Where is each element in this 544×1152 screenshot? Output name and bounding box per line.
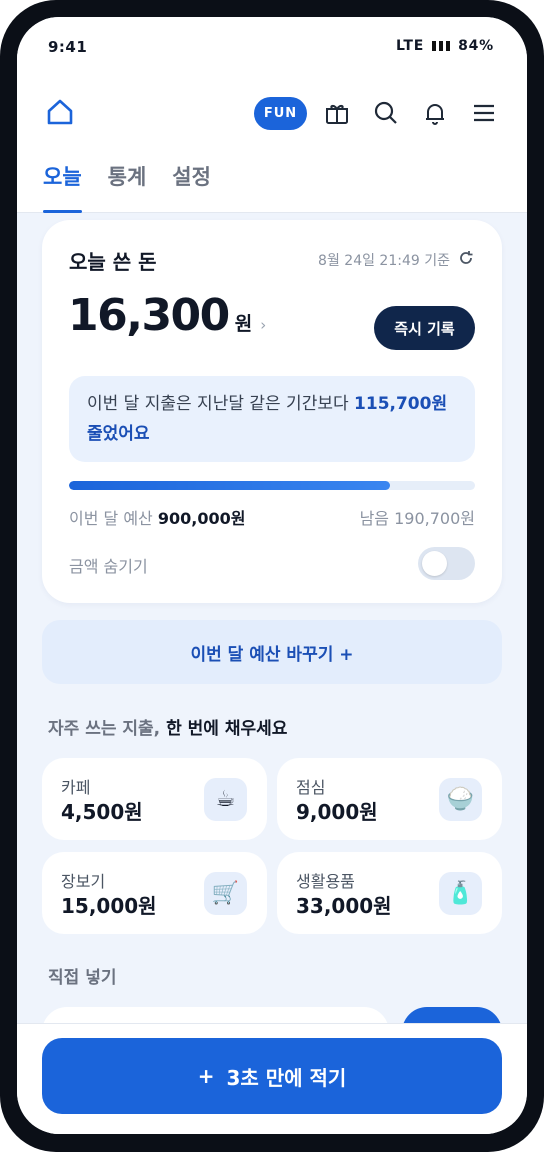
tab-bar: 오늘 통계 설정 xyxy=(43,161,211,213)
tab-settings[interactable]: 설정 xyxy=(172,161,211,213)
coffee-icon: ☕ xyxy=(204,778,247,821)
change-budget-button[interactable]: 이번 달 예산 바꾸기 + xyxy=(42,620,502,684)
compare-suffix: 줄었어요 xyxy=(87,424,150,444)
budget-progress-bar xyxy=(69,481,475,490)
card-title: 오늘 쓴 돈 xyxy=(69,250,157,274)
hide-amount-label: 금액 숨기기 xyxy=(69,557,148,576)
phone-frame: 9:41 LTE 84% FUN 오늘 통계 설정 오늘 쓴 돈 8월 24일 … xyxy=(0,0,544,1152)
budget-amount: 900,000원 xyxy=(157,509,246,528)
search-icon[interactable] xyxy=(372,99,400,127)
quick-expense-lunch[interactable]: 점심 9,000원 🍚 xyxy=(277,758,502,840)
tile-price: 4,500원 xyxy=(61,800,143,824)
tab-today[interactable]: 오늘 xyxy=(43,161,82,213)
quick-record-button[interactable]: 즉시 기록 xyxy=(374,306,475,350)
home-icon[interactable] xyxy=(45,97,75,127)
remaining-budget: 남음 190,700원 xyxy=(359,509,475,528)
app-screen: 9:41 LTE 84% FUN 오늘 통계 설정 오늘 쓴 돈 8월 24일 … xyxy=(17,17,527,1134)
battery-label: 84% xyxy=(458,38,494,54)
today-amount[interactable]: 16,300 원 › xyxy=(68,290,266,341)
tile-price: 33,000원 xyxy=(296,894,392,918)
tile-name: 생활용품 xyxy=(296,872,355,891)
plus-icon: + xyxy=(197,1064,215,1088)
tile-price: 15,000원 xyxy=(61,894,157,918)
signal-icon xyxy=(432,41,451,51)
toggle-knob xyxy=(422,551,447,576)
menu-icon[interactable] xyxy=(470,99,498,127)
frequent-title-muted: 자주 쓰는 지출, xyxy=(48,719,161,739)
status-bar: 9:41 LTE 84% xyxy=(17,17,527,73)
as-of-label: 8월 24일 21:49 기준 xyxy=(318,253,450,269)
direct-entry-title: 직접 넣기 xyxy=(48,968,117,988)
tile-price: 9,000원 xyxy=(296,800,378,824)
amount-value: 16,300 xyxy=(68,290,230,341)
quick-expense-cafe[interactable]: 카페 4,500원 ☕ xyxy=(42,758,267,840)
status-indicators: LTE 84% xyxy=(396,38,494,54)
bell-icon[interactable] xyxy=(421,99,449,127)
budget-progress-fill xyxy=(69,481,390,490)
compare-text: 이번 달 지출은 지난달 같은 기간보다 xyxy=(87,394,349,414)
tile-name: 장보기 xyxy=(61,872,106,891)
monthly-budget: 이번 달 예산 900,000원 xyxy=(69,505,245,529)
rice-bowl-icon: 🍚 xyxy=(439,778,482,821)
shopping-cart-icon: 🛒 xyxy=(204,872,247,915)
frequent-expenses-title: 자주 쓰는 지출, 한 번에 채우세요 xyxy=(48,714,287,739)
fun-button[interactable]: FUN xyxy=(254,97,307,130)
gift-icon[interactable] xyxy=(323,99,351,127)
quick-expense-household[interactable]: 생활용품 33,000원 🧴 xyxy=(277,852,502,934)
amount-unit: 원 xyxy=(234,313,253,335)
refresh-icon[interactable] xyxy=(458,250,474,270)
tab-stats[interactable]: 통계 xyxy=(108,161,147,213)
network-label: LTE xyxy=(395,38,425,54)
lotion-bottle-icon: 🧴 xyxy=(439,872,482,915)
hide-amount-toggle[interactable] xyxy=(418,547,475,580)
as-of-time: 8월 24일 21:49 기준 xyxy=(318,250,474,270)
budget-label: 이번 달 예산 xyxy=(69,509,153,528)
status-time: 9:41 xyxy=(48,38,88,56)
quick-write-button[interactable]: + 3초 만에 적기 xyxy=(42,1038,502,1114)
today-spending-card: 오늘 쓴 돈 8월 24일 21:49 기준 16,300 원 › 즉시 기록 … xyxy=(42,220,502,603)
chevron-right-icon: › xyxy=(260,316,267,334)
compare-amount: 115,700원 xyxy=(354,394,448,414)
tile-name: 카페 xyxy=(61,778,91,797)
quick-expense-groceries[interactable]: 장보기 15,000원 🛒 xyxy=(42,852,267,934)
tile-name: 점심 xyxy=(296,778,326,797)
comparison-banner: 이번 달 지출은 지난달 같은 기간보다 115,700원 줄었어요 xyxy=(69,376,475,462)
app-header: FUN 오늘 통계 설정 xyxy=(17,73,527,213)
quick-write-label: 3초 만에 적기 xyxy=(226,1065,347,1090)
frequent-title-bold: 한 번에 채우세요 xyxy=(166,719,288,739)
